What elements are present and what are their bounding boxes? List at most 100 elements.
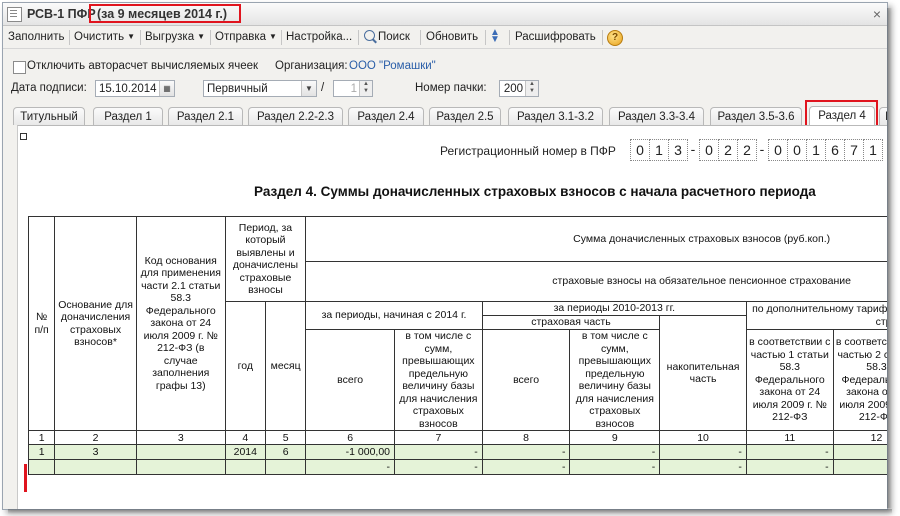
table-cell[interactable] bbox=[264, 459, 307, 475]
table-cell[interactable]: 6 bbox=[264, 444, 307, 460]
toolbar-separator bbox=[358, 30, 359, 45]
tab-section-2-1[interactable]: Раздел 2.1 bbox=[168, 107, 243, 125]
tab-section-2-4[interactable]: Раздел 2.4 bbox=[348, 107, 424, 125]
column-number: 1 bbox=[27, 430, 56, 445]
fill-button[interactable]: Заполнить bbox=[8, 29, 64, 45]
table-cell[interactable]: - bbox=[394, 444, 483, 460]
reg-digit[interactable]: 7 bbox=[844, 139, 864, 161]
send-menu-button[interactable]: Отправка ▼ bbox=[215, 29, 277, 45]
table-cell[interactable]: - bbox=[569, 444, 661, 460]
header-total: всего bbox=[481, 329, 571, 431]
table-cell[interactable]: - bbox=[305, 459, 396, 475]
table-cell[interactable]: 1 bbox=[27, 444, 56, 460]
header-basis-code: Код основания для применения части 2.1 с… bbox=[135, 216, 226, 431]
export-menu-button[interactable]: Выгрузка ▼ bbox=[145, 29, 205, 45]
reg-digit[interactable]: 1 bbox=[649, 139, 669, 161]
stepper-icon[interactable]: ▲ ▼ bbox=[359, 81, 372, 96]
decode-button[interactable]: Расшифровать bbox=[515, 29, 596, 45]
chevron-down-icon: ▼ bbox=[197, 32, 206, 41]
reg-dash: - bbox=[759, 141, 765, 157]
table-cell[interactable] bbox=[54, 459, 137, 475]
autocalc-checkbox[interactable] bbox=[13, 61, 26, 74]
table-cell[interactable]: - bbox=[745, 459, 834, 475]
table-cell[interactable]: - bbox=[481, 444, 571, 460]
clear-label: Очистить bbox=[74, 31, 125, 43]
table-cell[interactable] bbox=[27, 459, 56, 475]
header-additional-tariff: по дополнительному тарифу для отдельных … bbox=[745, 301, 887, 330]
table-cell[interactable] bbox=[135, 444, 226, 460]
table-cell[interactable]: - bbox=[832, 459, 887, 475]
reg-digit[interactable]: 2 bbox=[737, 139, 757, 161]
reg-digit[interactable]: 1 bbox=[806, 139, 826, 161]
reg-digit[interactable]: 3 bbox=[668, 139, 688, 161]
pack-number-input[interactable]: 200 ▲ ▼ bbox=[499, 80, 539, 97]
reg-digit[interactable]: 1 bbox=[863, 139, 883, 161]
reg-digit[interactable]: 0 bbox=[768, 139, 788, 161]
stepper-icon[interactable]: ▲ ▼ bbox=[525, 81, 538, 96]
table-cell[interactable]: - bbox=[659, 459, 747, 475]
pack-number-value: 200 bbox=[503, 83, 523, 95]
column-number: 2 bbox=[54, 430, 137, 445]
tab-section-1[interactable]: Раздел 1 bbox=[93, 107, 163, 125]
table-cell[interactable]: 3 bbox=[54, 444, 137, 460]
toolbar-separator bbox=[509, 30, 510, 45]
header-basis: Основание для доначисления страховых взн… bbox=[54, 216, 137, 431]
chevron-down-icon: ▼ bbox=[269, 32, 277, 41]
calendar-icon[interactable]: ▦ bbox=[159, 81, 174, 96]
table-row[interactable]: - - - - - - - bbox=[27, 459, 887, 475]
sign-date-input[interactable]: 15.10.2014 ▦ bbox=[95, 80, 175, 97]
tab-section-2-5[interactable]: Раздел 2.5 bbox=[429, 107, 501, 125]
correction-number-input[interactable]: 1 ▲ ▼ bbox=[333, 80, 373, 97]
reg-digit[interactable]: 0 bbox=[699, 139, 719, 161]
table-cell[interactable]: - bbox=[481, 459, 571, 475]
column-number: 3 bbox=[135, 430, 226, 445]
reg-digit[interactable]: 2 bbox=[718, 139, 738, 161]
window-title: РСВ-1 ПФР bbox=[27, 7, 96, 21]
table-cell[interactable]: - bbox=[832, 444, 887, 460]
report-type-select[interactable]: Первичный ▼ bbox=[203, 80, 317, 97]
table-cell[interactable]: - bbox=[394, 459, 483, 475]
column-number: 12 bbox=[832, 430, 887, 445]
autocalc-label: Отключить авторасчет вычисляемых ячеек bbox=[27, 60, 259, 72]
table-cell[interactable] bbox=[135, 459, 226, 475]
header-total: всего bbox=[305, 329, 396, 431]
search-label: Поиск bbox=[378, 31, 410, 43]
pack-number-label: Номер пачки: bbox=[415, 82, 487, 94]
tab-section-2-2-2-3[interactable]: Раздел 2.2-2.3 bbox=[248, 107, 343, 125]
search-button[interactable]: Поиск bbox=[364, 29, 410, 45]
tab-section-3-1-3-2[interactable]: Раздел 3.1-3.2 bbox=[508, 107, 603, 125]
reg-digit[interactable]: 6 bbox=[825, 139, 845, 161]
tab-title[interactable]: Титульный bbox=[13, 107, 85, 125]
table-cell[interactable]: 2014 bbox=[224, 444, 266, 460]
chevron-down-icon[interactable]: ▼ bbox=[301, 81, 316, 96]
refresh-button[interactable]: Обновить bbox=[426, 29, 478, 45]
organization-link[interactable]: ООО "Ромашки" bbox=[349, 60, 436, 72]
help-button[interactable]: ? bbox=[607, 29, 623, 46]
section4-table: № п/п Основание для доначисления страхов… bbox=[27, 216, 887, 475]
reg-digit[interactable]: 0 bbox=[630, 139, 650, 161]
table-cell[interactable]: - bbox=[569, 459, 661, 475]
sort-button[interactable]: ▲ ▼ bbox=[489, 28, 501, 45]
reg-digit[interactable]: 0 bbox=[787, 139, 807, 161]
column-number: 10 bbox=[659, 430, 747, 445]
table-cell[interactable]: - bbox=[745, 444, 834, 460]
settings-button[interactable]: Настройка... bbox=[286, 29, 352, 45]
header-from-2014: за периоды, начиная с 2014 г. bbox=[305, 301, 483, 330]
search-icon bbox=[364, 30, 375, 41]
section-tabs: Титульный Раздел 1 Раздел 2.1 Раздел 2.2… bbox=[3, 106, 887, 126]
export-label: Выгрузка bbox=[145, 31, 195, 43]
table-cell[interactable]: - bbox=[659, 444, 747, 460]
tab-section-3-3-3-4[interactable]: Раздел 3.3-3.4 bbox=[609, 107, 704, 125]
tab-section-3-5-3-6[interactable]: Раздел 3.5-3.6 bbox=[710, 107, 802, 125]
table-row[interactable]: 1 3 2014 6 -1 000,00 - - - - - - bbox=[27, 444, 887, 460]
help-icon: ? bbox=[607, 30, 623, 46]
clear-menu-button[interactable]: Очистить ▼ bbox=[74, 29, 135, 45]
close-icon[interactable]: × bbox=[873, 6, 881, 22]
correction-slash: / bbox=[321, 82, 325, 94]
table-cell[interactable]: -1 000,00 bbox=[305, 444, 396, 460]
toolbar-separator bbox=[210, 30, 211, 45]
toolbar-separator bbox=[602, 30, 603, 45]
sheet-corner-marker bbox=[20, 133, 27, 140]
report-sheet: Регистрационный номер в ПФР 013-022-0016… bbox=[17, 125, 887, 509]
table-cell[interactable] bbox=[224, 459, 266, 475]
